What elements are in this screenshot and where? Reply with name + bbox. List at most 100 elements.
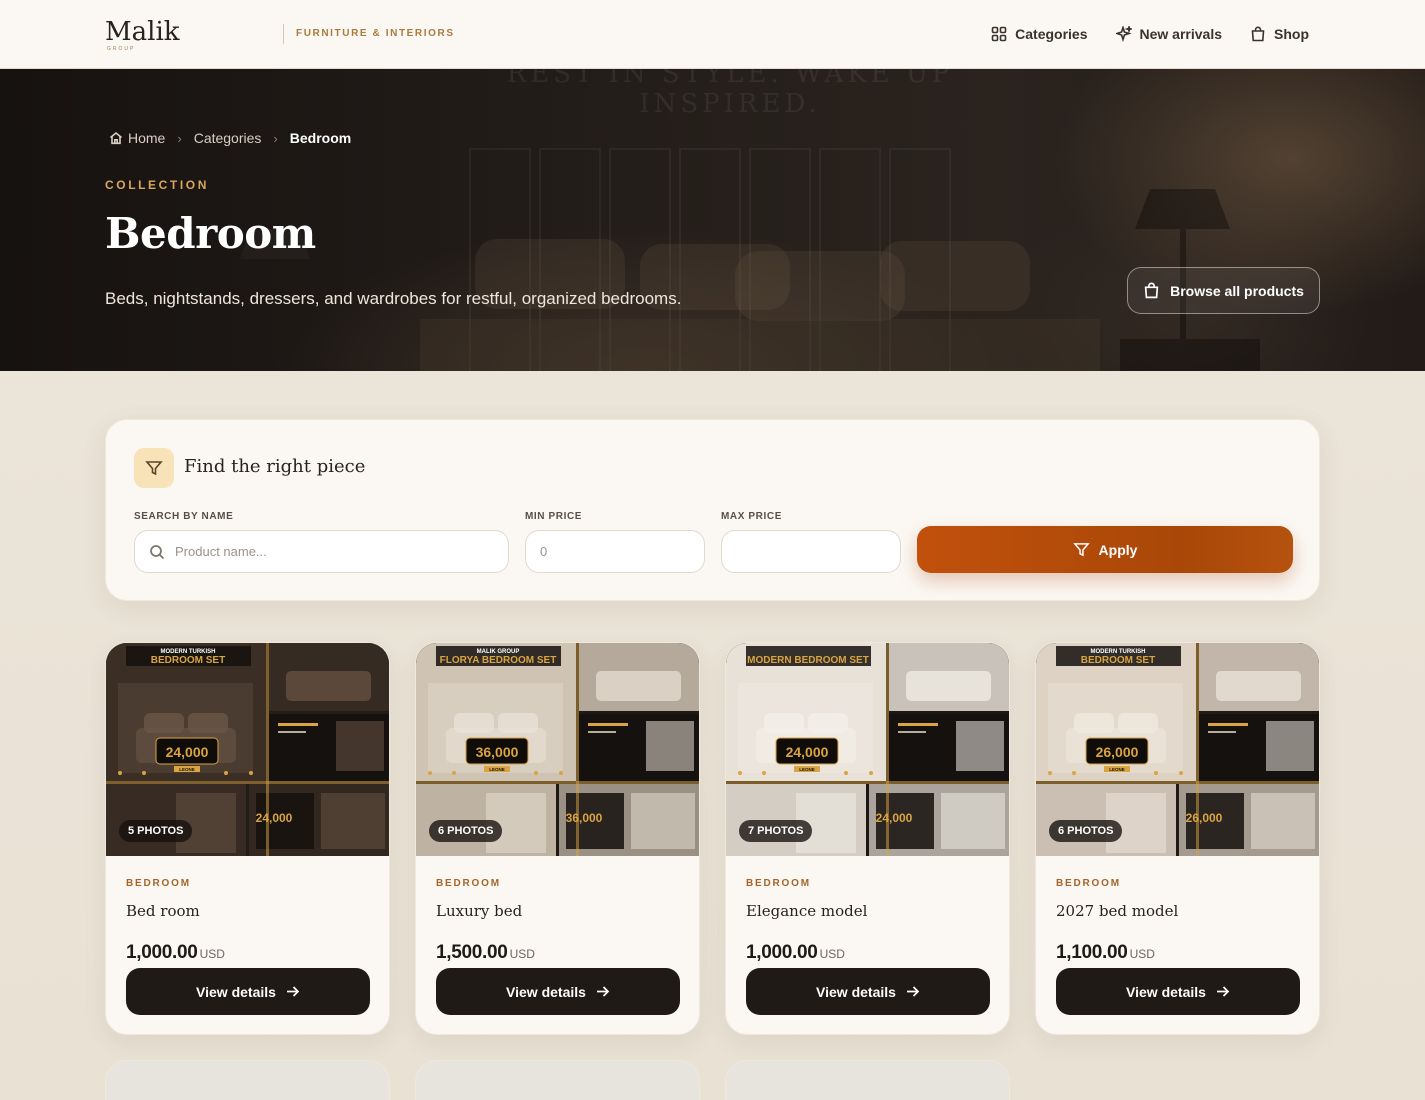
min-price-label: MIN PRICE	[525, 511, 583, 522]
view-details-label: View details	[1126, 983, 1206, 1000]
sparkles-icon	[1115, 26, 1132, 42]
bag-icon	[1251, 26, 1265, 42]
product-category: BEDROOM	[126, 878, 191, 889]
collection-eyebrow: COLLECTION	[105, 178, 209, 192]
promo-price-b: 24,000	[876, 811, 913, 825]
top-navigation-bar: Malik GROUP FURNITURE & INTERIORS Catego…	[0, 0, 1425, 69]
promo-price-b: 36,000	[566, 811, 603, 825]
view-details-button[interactable]: View details	[436, 968, 680, 1015]
breadcrumb: Home › Categories › Bedroom	[109, 130, 351, 146]
product-card[interactable]: MODERN TURKISH BEDROOM SET 24,000 LEONE …	[105, 642, 390, 1035]
product-image[interactable]: MODERN TURKISH BEDROOM SET 26,000 LEONE …	[1036, 643, 1319, 856]
breadcrumb-home[interactable]: Home	[109, 130, 165, 146]
product-price: 1,000.00 USD	[746, 942, 845, 964]
page-description: Beds, nightstands, dressers, and wardrob…	[105, 289, 682, 308]
breadcrumb-current: Bedroom	[290, 130, 351, 146]
product-name[interactable]: Bed room	[126, 902, 200, 920]
arrow-right-icon	[286, 986, 300, 997]
view-details-label: View details	[816, 983, 896, 1000]
promo-price-b: 26,000	[1186, 811, 1223, 825]
photo-count-badge: 6 PHOTOS	[1049, 820, 1123, 842]
filter-title: Find the right piece	[184, 456, 366, 477]
promo-price-a: 26,000	[1096, 744, 1139, 760]
product-price: 1,000.00 USD	[126, 942, 225, 964]
product-image[interactable]: MODERN BEDROOM SET 24,000 LEONE 24,000 7…	[726, 643, 1009, 856]
price-amount: 1,000.00	[126, 942, 198, 963]
filter-icon	[145, 461, 163, 476]
product-price: 1,500.00 USD	[436, 942, 535, 964]
product-price: 1,100.00 USD	[1056, 942, 1155, 964]
chevron-right-icon: ›	[273, 130, 278, 146]
nav-categories-label: Categories	[1015, 26, 1088, 42]
nav-new-arrivals-label: New arrivals	[1139, 26, 1223, 42]
product-card[interactable]: MALIK GROUP FLORYA BEDROOM SET 36,000 LE…	[415, 642, 700, 1035]
filter-badge	[134, 448, 174, 488]
price-currency: USD	[819, 947, 845, 961]
price-currency: USD	[1129, 947, 1155, 961]
search-label: SEARCH BY NAME	[134, 511, 234, 522]
view-details-button[interactable]: View details	[1056, 968, 1300, 1015]
price-amount: 1,100.00	[1056, 942, 1128, 963]
product-name[interactable]: Elegance model	[746, 902, 867, 920]
promo-currency: LEONE	[1109, 767, 1125, 772]
main-nav: Categories New arrivals Shop	[991, 22, 1309, 46]
arrow-right-icon	[906, 986, 920, 997]
promo-price-a: 24,000	[166, 744, 209, 760]
page-title: Bedroom	[105, 209, 316, 258]
view-details-button[interactable]: View details	[126, 968, 370, 1015]
product-card-placeholder	[725, 1060, 1010, 1100]
breadcrumb-categories[interactable]: Categories	[194, 130, 262, 146]
view-details-label: View details	[506, 983, 586, 1000]
apply-button[interactable]: Apply	[917, 526, 1293, 573]
nav-shop[interactable]: Shop	[1250, 22, 1309, 46]
breadcrumb-current-label: Bedroom	[289, 130, 352, 146]
promo-headline: FLORYA BEDROOM SET	[440, 655, 557, 666]
breadcrumb-home-label: Home	[128, 130, 166, 146]
product-category: BEDROOM	[746, 878, 811, 889]
product-image[interactable]: MALIK GROUP FLORYA BEDROOM SET 36,000 LE…	[416, 643, 699, 856]
grid-icon	[991, 26, 1007, 42]
chevron-right-icon: ›	[177, 130, 182, 146]
apply-label: Apply	[1098, 541, 1138, 558]
brand-tagline: FURNITURE & INTERIORS	[283, 24, 455, 44]
product-name[interactable]: Luxury bed	[436, 902, 522, 920]
view-details-label: View details	[196, 983, 276, 1000]
filter-icon	[1072, 543, 1090, 557]
hero-background-text: REST IN STYLE. WAKE UP INSPIRED.	[506, 69, 954, 119]
min-price-input[interactable]	[525, 530, 705, 573]
product-card[interactable]: MODERN BEDROOM SET 24,000 LEONE 24,000 7…	[725, 642, 1010, 1035]
price-currency: USD	[509, 947, 535, 961]
max-price-label: MAX PRICE	[721, 511, 782, 522]
nav-shop-label: Shop	[1274, 26, 1309, 42]
price-currency: USD	[199, 947, 225, 961]
photo-count-badge: 5 PHOTOS	[119, 820, 193, 842]
promo-price-a: 36,000	[476, 744, 519, 760]
promo-currency: LEONE	[179, 767, 195, 772]
arrow-right-icon	[1216, 986, 1230, 997]
brand-logo[interactable]: Malik GROUP	[105, 18, 180, 52]
search-input[interactable]	[134, 530, 509, 573]
promo-currency: LEONE	[489, 767, 505, 772]
promo-headline: MODERN BEDROOM SET	[747, 655, 869, 666]
nav-categories[interactable]: Categories	[991, 22, 1088, 46]
filter-panel: Find the right piece SEARCH BY NAME MIN …	[105, 419, 1320, 601]
photo-count-badge: 7 PHOTOS	[739, 820, 813, 842]
search-icon	[149, 544, 165, 560]
promo-headline: BEDROOM SET	[1081, 655, 1155, 666]
price-amount: 1,000.00	[746, 942, 818, 963]
product-card[interactable]: MODERN TURKISH BEDROOM SET 26,000 LEONE …	[1035, 642, 1320, 1035]
arrow-right-icon	[596, 986, 610, 997]
price-amount: 1,500.00	[436, 942, 508, 963]
hero-banner: REST IN STYLE. WAKE UP INSPIRED. Home › …	[0, 69, 1425, 371]
product-name[interactable]: 2027 bed model	[1056, 902, 1178, 920]
view-details-button[interactable]: View details	[746, 968, 990, 1015]
product-image[interactable]: MODERN TURKISH BEDROOM SET 24,000 LEONE …	[106, 643, 389, 856]
max-price-input[interactable]	[721, 530, 901, 573]
brand-name: Malik	[105, 17, 180, 47]
browse-all-products-button[interactable]: Browse all products	[1127, 267, 1320, 314]
nav-new-arrivals[interactable]: New arrivals	[1115, 22, 1223, 46]
promo-price-a: 24,000	[786, 744, 829, 760]
photo-count-badge: 6 PHOTOS	[429, 820, 503, 842]
browse-all-products-label: Browse all products	[1170, 282, 1304, 299]
promo-price-b: 24,000	[256, 811, 293, 825]
